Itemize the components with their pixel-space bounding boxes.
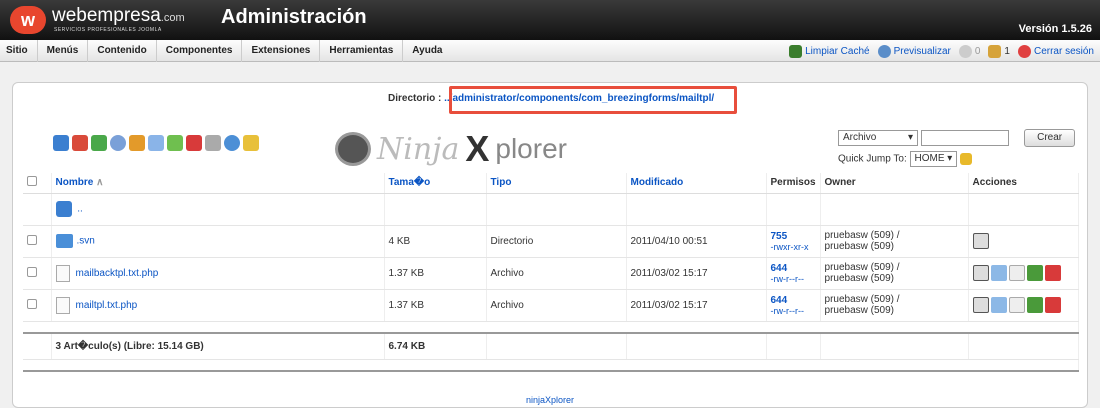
row-checkbox[interactable] [27,234,37,245]
rename-icon[interactable] [205,135,221,151]
logo-text: webempresa.com [52,5,185,26]
select-all-checkbox[interactable] [27,176,37,187]
clear-cache-link[interactable]: Limpiar Caché [789,44,870,58]
col-modified[interactable]: Modificado [626,173,767,194]
upload-icon[interactable] [129,135,145,151]
messages-icon [958,44,972,58]
file-name-link[interactable]: mailbacktpl.txt.php [76,268,159,279]
broom-icon [789,44,803,58]
menu-ayuda[interactable]: Ayuda [403,40,451,62]
folder-icon [55,234,73,248]
download-action-icon[interactable] [1026,297,1043,313]
edit-action-icon[interactable] [990,297,1007,313]
parent-dir-icon [55,201,72,217]
menu-componentes[interactable]: Componentes [157,39,243,62]
create-name-input[interactable] [921,130,1010,146]
table-row: mailbacktpl.txt.php 1.37 KB Archivo 2011… [23,257,1080,290]
info-icon[interactable] [243,135,259,151]
download-action-icon[interactable] [1026,265,1043,281]
view-action-icon[interactable] [1008,265,1025,281]
delete-action-icon[interactable] [1044,265,1061,281]
menu-right-actions: Limpiar Caché Previsualizar 0 1 Cerrar s… [789,40,1094,62]
menu-menus[interactable]: Menús [38,39,89,62]
ninjaxplorer-logo: Ninja Xplorer [335,128,567,170]
copy-icon[interactable] [148,135,164,151]
directory-highlight-box [449,86,737,114]
explorer-panel: Directorio : ../administrator/components… [12,82,1088,408]
menu-sitio[interactable]: Sitio [0,39,38,62]
preview-link[interactable]: Previsualizar [877,44,951,58]
table-separator [23,321,1079,334]
create-button[interactable]: Crear [1024,129,1076,147]
quick-jump: Quick Jump To: HOME ▾ [838,151,1075,167]
file-table: Nombre ∧ Tama�o Tipo Modificado Permisos… [23,173,1080,372]
delete-action-icon[interactable] [1044,297,1061,313]
total-size: 6.74 KB [384,333,487,360]
users-icon [988,44,1002,58]
rename-action-icon[interactable] [972,265,989,281]
explorer-toolbar [53,135,259,151]
col-perms: Permisos [766,173,821,194]
webempresa-logo-icon: w [10,6,46,34]
logout-link[interactable]: Cerrar sesión [1017,44,1094,58]
messages-count[interactable]: 0 [958,44,980,58]
bookmark-star-icon[interactable] [960,153,973,165]
menu-contenido[interactable]: Contenido [88,39,157,62]
edit-action-icon[interactable] [990,265,1007,281]
col-size[interactable]: Tama�o [384,173,487,194]
main-menu: Sitio Menús Contenido Componentes Extens… [0,39,1100,62]
file-name-link[interactable]: mailtpl.txt.php [76,300,138,311]
col-type[interactable]: Tipo [486,173,627,194]
logout-icon [1017,44,1031,58]
top-header: w webempresa.com SERVICIOS PROFESIONALES… [0,0,1100,40]
users-count[interactable]: 1 [988,44,1010,58]
row-checkbox[interactable] [27,266,37,277]
file-name-link[interactable]: .svn [77,236,95,247]
search-icon[interactable] [110,135,126,151]
logo-subtitle: SERVICIOS PROFESIONALES JOOMLA [54,27,162,33]
table-row: mailtpl.txt.php 1.37 KB Archivo 2011/03/… [23,289,1080,322]
file-icon [55,264,70,282]
table-summary-row: 3 Art�culo(s) (Libre: 15.14 GB) 6.74 KB [23,333,1080,360]
rename-action-icon[interactable] [972,233,989,249]
magnifier-icon [877,44,891,58]
col-actions: Acciones [968,173,1080,194]
view-action-icon[interactable] [1008,297,1025,313]
table-separator [23,359,1079,372]
version-label: Versión 1.5.26 [1018,23,1092,35]
table-row: .svn 4 KB Directorio 2011/04/10 00:51 75… [23,225,1080,258]
settings-icon[interactable] [224,135,240,151]
page-title: Administración [221,6,367,28]
footer-link[interactable]: ninjaXplorer [13,395,1087,405]
move-icon[interactable] [167,135,183,151]
col-owner: Owner [820,173,969,194]
table-row-parent[interactable]: .. [23,193,1080,226]
ninja-face-icon [335,132,371,166]
menu-herramientas[interactable]: Herramientas [320,39,404,62]
quick-jump-select[interactable]: HOME ▾ [909,151,958,167]
rename-action-icon[interactable] [972,297,989,313]
back-icon[interactable] [53,135,69,151]
file-icon [55,296,70,314]
menu-extensiones[interactable]: Extensiones [242,39,321,62]
reload-icon[interactable] [91,135,107,151]
create-type-select[interactable]: Archivo ▾ [838,130,918,146]
items-summary: 3 Art�culo(s) (Libre: 15.14 GB) [51,333,385,360]
home-icon[interactable] [72,135,88,151]
col-name[interactable]: Nombre ∧ [51,173,385,194]
row-checkbox[interactable] [27,298,37,309]
create-box: Archivo ▾ Crear Quick Jump To: HOME ▾ [838,129,1076,167]
delete-icon[interactable] [186,135,202,151]
